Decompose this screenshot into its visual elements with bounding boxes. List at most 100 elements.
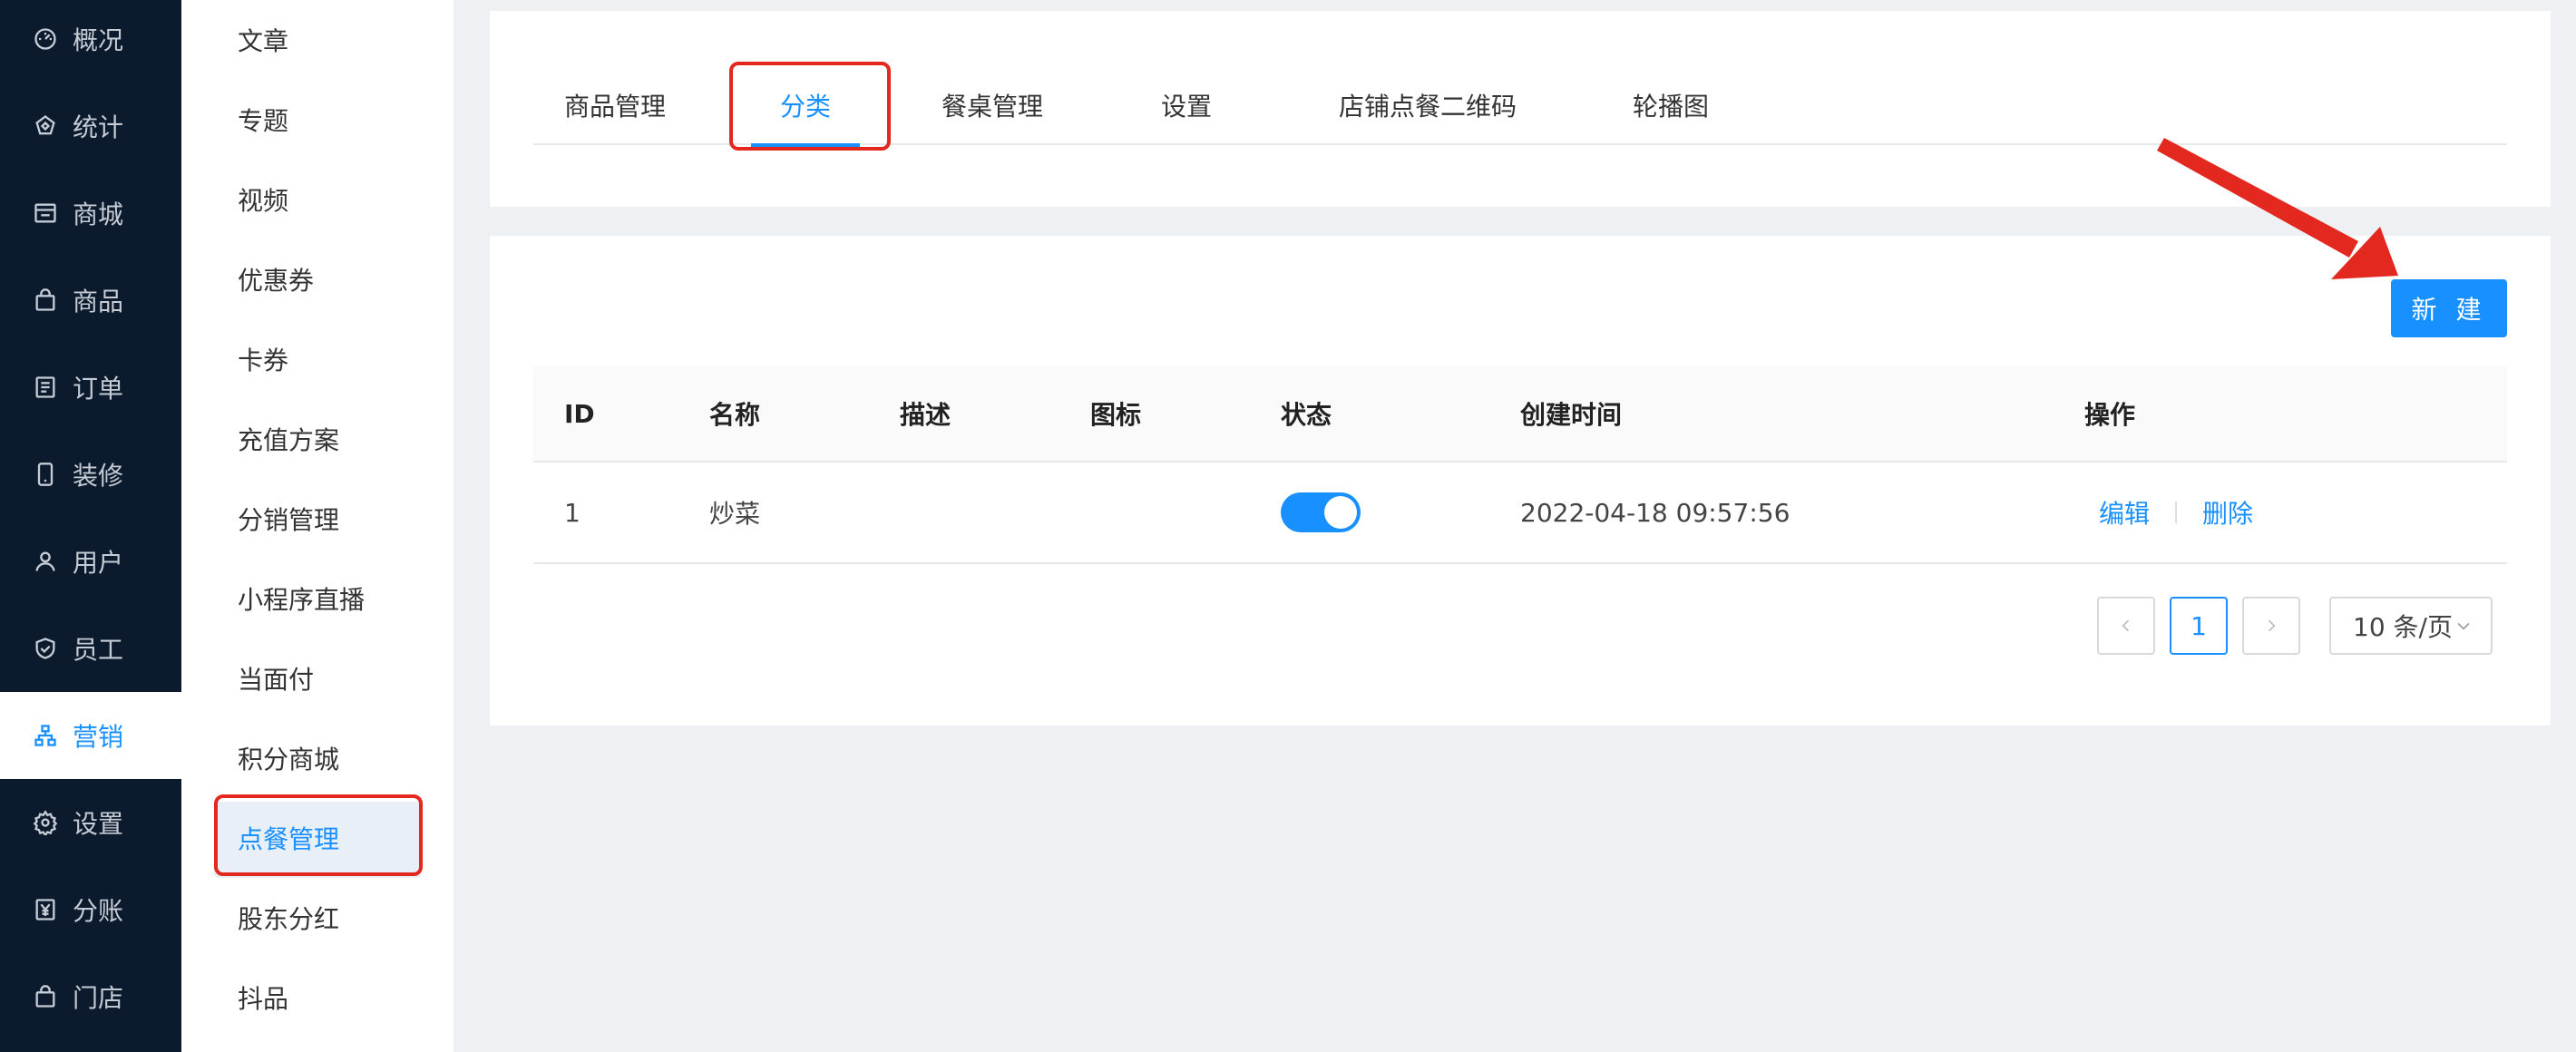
nav-label: 概况 bbox=[73, 25, 124, 55]
column-header-id: ID bbox=[564, 398, 595, 429]
nav-item-orders[interactable]: 订单 bbox=[0, 344, 181, 431]
nav-label: 商品 bbox=[73, 287, 124, 317]
tab-settings[interactable]: 设置 bbox=[1132, 65, 1241, 145]
next-page-button[interactable] bbox=[2242, 597, 2300, 655]
gear-icon bbox=[33, 810, 58, 835]
cell-status bbox=[1281, 463, 1361, 562]
tab-goods-management[interactable]: 商品管理 bbox=[533, 65, 697, 145]
tab-table-management[interactable]: 餐桌管理 bbox=[911, 65, 1074, 145]
column-header-icon: 图标 bbox=[1090, 400, 1142, 430]
subnav-label: 股东分红 bbox=[238, 904, 340, 934]
column-header-actions: 操作 bbox=[2084, 400, 2136, 430]
subnav-item-videos[interactable]: 视频 bbox=[181, 160, 454, 239]
primary-sidebar: 概况 统计 商城 商品 订单 装修 用户 员工 营销 设置 分账 门店 bbox=[0, 0, 181, 1052]
chart-icon bbox=[33, 113, 58, 139]
page-size-label: 10 条/页 bbox=[2353, 612, 2453, 642]
cell-actions: 编辑 删除 bbox=[2099, 463, 2253, 562]
bag-icon bbox=[33, 287, 58, 313]
tab-bar: 商品管理 分类 餐桌管理 设置 店铺点餐二维码 轮播图 bbox=[533, 65, 2507, 147]
shop-icon bbox=[33, 984, 58, 1009]
nav-item-stats[interactable]: 统计 bbox=[0, 83, 181, 170]
nav-item-overview[interactable]: 概况 bbox=[0, 0, 181, 83]
subnav-label: 专题 bbox=[238, 106, 289, 136]
nav-item-split[interactable]: 分账 bbox=[0, 866, 181, 953]
cell-name: 炒菜 bbox=[709, 499, 761, 529]
subnav-label: 充值方案 bbox=[238, 425, 340, 455]
tab-store-qrcode[interactable]: 店铺点餐二维码 bbox=[1292, 65, 1564, 145]
category-list-card: 新 建 ID 名称 描述 图标 状态 创建时间 操作 1 炒菜 2022-04-… bbox=[490, 236, 2551, 726]
new-button[interactable]: 新 建 bbox=[2391, 279, 2507, 337]
nav-item-staff[interactable]: 员工 bbox=[0, 605, 181, 692]
table-row: 1 炒菜 2022-04-18 09:57:56 编辑 删除 bbox=[533, 463, 2507, 564]
tab-label: 餐桌管理 bbox=[941, 92, 1043, 122]
nav-label: 订单 bbox=[73, 374, 124, 404]
nav-label: 统计 bbox=[73, 112, 124, 142]
subnav-item-recharge[interactable]: 充值方案 bbox=[181, 399, 454, 479]
column-header-created: 创建时间 bbox=[1520, 400, 1623, 430]
nav-item-settings[interactable]: 设置 bbox=[0, 779, 181, 866]
subnav-label: 当面付 bbox=[238, 665, 315, 695]
nav-item-stores[interactable]: 门店 bbox=[0, 953, 181, 1040]
action-divider bbox=[2175, 502, 2178, 523]
nav-item-goods[interactable]: 商品 bbox=[0, 257, 181, 344]
network-icon bbox=[33, 723, 58, 748]
subnav-item-cards[interactable]: 卡券 bbox=[181, 319, 454, 399]
nav-item-mall[interactable]: 商城 bbox=[0, 170, 181, 257]
user-icon bbox=[33, 549, 58, 574]
tab-carousel[interactable]: 轮播图 bbox=[1607, 65, 1734, 145]
chevron-down-icon bbox=[2454, 617, 2473, 635]
subnav-item-points-mall[interactable]: 积分商城 bbox=[181, 718, 454, 798]
nav-label: 用户 bbox=[73, 548, 124, 578]
nav-item-marketing[interactable]: 营销 bbox=[0, 692, 181, 779]
shield-icon bbox=[33, 636, 58, 661]
status-toggle[interactable] bbox=[1281, 492, 1361, 532]
subnav-item-distribution[interactable]: 分销管理 bbox=[181, 479, 454, 559]
subnav-item-douyin[interactable]: 抖品 bbox=[181, 958, 454, 1037]
nav-label: 门店 bbox=[73, 983, 124, 1013]
subnav-label: 抖品 bbox=[238, 984, 289, 1014]
subnav-label: 分销管理 bbox=[238, 505, 340, 535]
subnav-item-live[interactable]: 小程序直播 bbox=[181, 559, 454, 638]
phone-icon bbox=[33, 462, 58, 487]
prev-page-button[interactable] bbox=[2097, 597, 2155, 655]
subnav-item-coupons[interactable]: 优惠券 bbox=[181, 239, 454, 319]
edit-link[interactable]: 编辑 bbox=[2099, 494, 2150, 531]
subnav-item-facepay[interactable]: 当面付 bbox=[181, 638, 454, 718]
subnav-label: 文章 bbox=[238, 26, 289, 56]
subnav-label: 卡券 bbox=[238, 346, 289, 375]
nav-label: 分账 bbox=[73, 896, 124, 926]
cell-id: 1 bbox=[564, 497, 581, 528]
yen-icon bbox=[33, 897, 58, 922]
subnav-item-articles[interactable]: 文章 bbox=[181, 0, 454, 80]
tab-label: 分类 bbox=[779, 92, 831, 122]
category-table: ID 名称 描述 图标 状态 创建时间 操作 1 炒菜 2022-04-18 0… bbox=[533, 366, 2507, 564]
subnav-item-topics[interactable]: 专题 bbox=[181, 80, 454, 160]
tab-category[interactable]: 分类 bbox=[751, 65, 860, 147]
subnav-label: 积分商城 bbox=[238, 745, 340, 774]
page-size-select[interactable]: 10 条/页 bbox=[2329, 597, 2493, 655]
secondary-sidebar: 文章 专题 视频 优惠券 卡券 充值方案 分销管理 小程序直播 当面付 积分商城… bbox=[181, 0, 454, 1052]
tab-label: 店铺点餐二维码 bbox=[1338, 92, 1517, 122]
subnav-label: 视频 bbox=[238, 186, 289, 216]
order-icon bbox=[33, 375, 58, 400]
nav-label: 装修 bbox=[73, 461, 124, 491]
nav-label: 设置 bbox=[73, 809, 124, 839]
subnav-label: 优惠券 bbox=[238, 266, 315, 296]
subnav-item-ordering[interactable]: 点餐管理 bbox=[181, 798, 454, 878]
tabs-card: 商品管理 分类 餐桌管理 设置 店铺点餐二维码 轮播图 bbox=[490, 11, 2551, 207]
page-button[interactable]: 1 bbox=[2170, 597, 2228, 655]
cell-created: 2022-04-18 09:57:56 bbox=[1520, 497, 1791, 528]
tab-label: 商品管理 bbox=[563, 92, 666, 122]
chevron-left-icon bbox=[2117, 617, 2135, 635]
nav-item-users[interactable]: 用户 bbox=[0, 518, 181, 605]
column-header-description: 描述 bbox=[900, 400, 951, 430]
store-icon bbox=[33, 200, 58, 226]
delete-link[interactable]: 删除 bbox=[2202, 494, 2253, 531]
tab-label: 设置 bbox=[1160, 92, 1212, 122]
subnav-label: 点餐管理 bbox=[238, 824, 340, 854]
nav-item-decoration[interactable]: 装修 bbox=[0, 431, 181, 518]
table-header: ID 名称 描述 图标 状态 创建时间 操作 bbox=[533, 366, 2507, 463]
chevron-right-icon bbox=[2262, 617, 2280, 635]
subnav-item-dividend[interactable]: 股东分红 bbox=[181, 878, 454, 958]
dashboard-icon bbox=[33, 26, 58, 52]
